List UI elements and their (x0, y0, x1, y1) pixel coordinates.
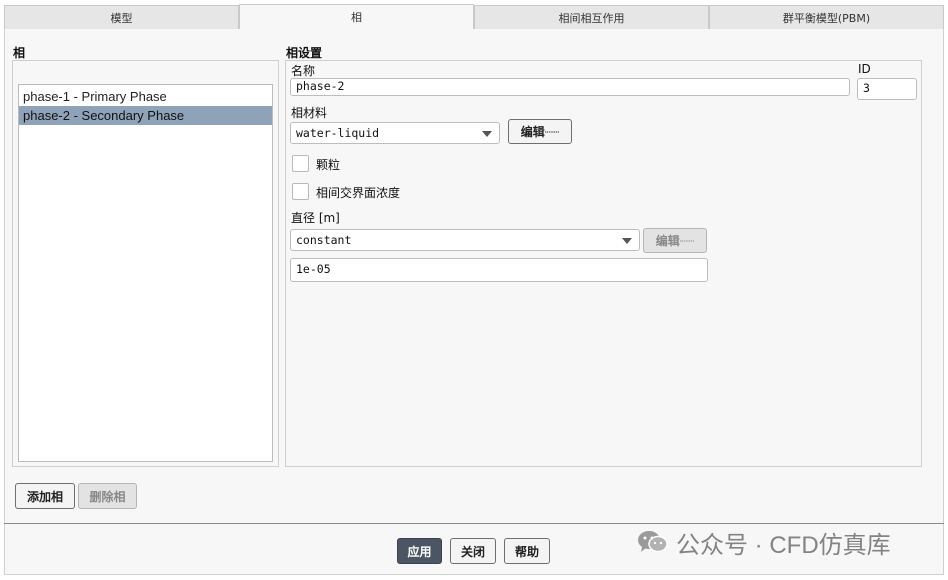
wechat-icon (636, 529, 670, 555)
diameter-method-value: constant (296, 233, 352, 247)
diameter-label: 直径 [m] (291, 211, 340, 225)
particle-checkbox[interactable] (292, 155, 309, 172)
material-label: 相材料 (291, 106, 328, 120)
material-select[interactable]: water-liquid (290, 122, 500, 144)
add-phase-button[interactable]: 添加相 (15, 483, 75, 509)
name-field[interactable]: phase-2 (290, 78, 850, 96)
particle-label: 颗粒 (316, 158, 341, 172)
diameter-edit-button[interactable]: 编辑┈┈ (643, 228, 707, 253)
phases-title: 相 (13, 46, 26, 60)
tab-model[interactable]: 模型 (4, 5, 239, 30)
id-label: ID (858, 62, 871, 76)
diameter-value-field[interactable]: 1e-05 (290, 258, 708, 282)
list-item-phase-1[interactable]: phase-1 - Primary Phase (19, 87, 272, 106)
interfacial-checkbox[interactable] (292, 183, 309, 200)
delete-phase-button[interactable]: 删除相 (78, 483, 137, 509)
interfacial-label: 相间交界面浓度 (316, 186, 401, 200)
material-select-value: water-liquid (296, 126, 380, 140)
watermark-text: 公众号 · CFD仿真库 (676, 531, 891, 559)
tab-phases[interactable]: 相 (239, 4, 474, 30)
help-button[interactable]: 帮助 (504, 538, 550, 564)
tab-population-balance[interactable]: 群平衡模型(PBM) (709, 5, 944, 30)
apply-button[interactable]: 应用 (397, 538, 442, 564)
name-label: 名称 (291, 64, 316, 78)
tab-phase-interaction[interactable]: 相间相互作用 (474, 5, 709, 30)
list-item-phase-2[interactable]: phase-2 - Secondary Phase (19, 106, 272, 125)
settings-title: 相设置 (286, 46, 323, 60)
tab-bar: 模型 相 相间相互作用 群平衡模型(PBM) (4, 4, 944, 30)
chevron-down-icon (622, 238, 632, 244)
material-edit-button[interactable]: 编辑┈┈ (508, 119, 572, 144)
phase-list[interactable]: phase-1 - Primary Phase phase-2 - Second… (18, 84, 273, 462)
chevron-down-icon (482, 131, 492, 137)
id-field[interactable]: 3 (857, 78, 917, 100)
watermark: 公众号 · CFD仿真库 (636, 527, 891, 559)
diameter-method-select[interactable]: constant (290, 229, 640, 251)
close-button[interactable]: 关闭 (450, 538, 496, 564)
